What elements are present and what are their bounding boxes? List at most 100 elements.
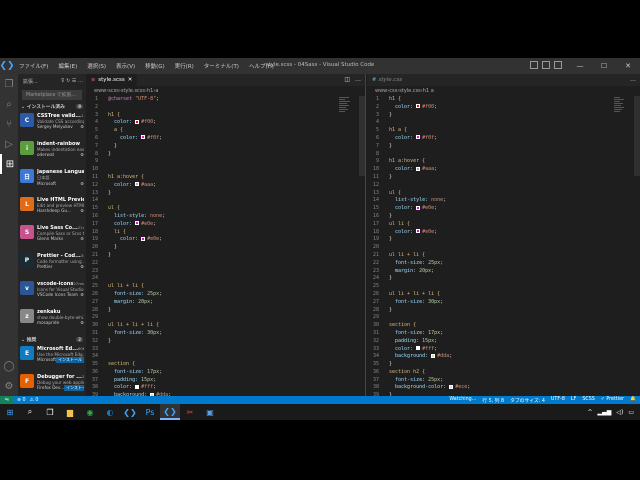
- manage-gear-icon[interactable]: ⚙: [80, 264, 84, 269]
- maximize-button[interactable]: ☐: [592, 58, 616, 74]
- status-item[interactable]: LF: [571, 397, 576, 404]
- photos-icon[interactable]: ▣: [200, 404, 220, 420]
- manage-gear-icon[interactable]: ⚙: [80, 152, 84, 157]
- extension-item[interactable]: F Debugger for ...2MDebug your web applic…: [18, 372, 86, 396]
- source-control-icon[interactable]: ⑂: [0, 114, 18, 134]
- manage-gear-icon[interactable]: ⚙: [80, 320, 84, 325]
- refresh-icon[interactable]: ↻: [66, 78, 70, 84]
- explorer-icon[interactable]: ❐: [0, 74, 18, 94]
- breadcrumb-item[interactable]: style.scss: [121, 88, 145, 94]
- minimap-right[interactable]: [614, 96, 630, 126]
- color-swatch[interactable]: [135, 384, 140, 389]
- color-swatch[interactable]: [416, 135, 421, 140]
- explorer-icon[interactable]: ▆: [60, 404, 80, 420]
- extensions-icon[interactable]: ⊞: [0, 154, 18, 174]
- extension-item[interactable]: L Live HTML PreviewerEdit and preview HTM…: [18, 195, 86, 223]
- status-item[interactable]: UTF-8: [551, 397, 565, 404]
- manage-gear-icon[interactable]: ⚙: [80, 208, 84, 213]
- status-item[interactable]: Watching...: [449, 397, 476, 404]
- status-item[interactable]: ✓ Prettier: [601, 397, 624, 404]
- vscode-alt-icon[interactable]: ❮❯: [120, 404, 140, 420]
- install-button[interactable]: インストール: [64, 385, 84, 391]
- minimap-left[interactable]: [339, 96, 355, 126]
- run-debug-icon[interactable]: ▷: [0, 134, 18, 154]
- install-button[interactable]: インストール: [56, 357, 84, 363]
- windows-start-icon[interactable]: ⊞: [0, 404, 20, 420]
- menu-item[interactable]: ファイル(F): [14, 62, 53, 70]
- color-swatch[interactable]: [416, 229, 421, 234]
- breadcrumb-item[interactable]: a: [155, 88, 158, 94]
- snipping-icon[interactable]: ✂: [180, 404, 200, 420]
- manage-gear-icon[interactable]: ⚙: [80, 236, 84, 241]
- photoshop-icon[interactable]: Ps: [140, 404, 160, 420]
- extension-item[interactable]: v vscode-icons 27ms Icons for Visual Studio…: [18, 279, 86, 307]
- code-area-left[interactable]: 1 @charset "UTF-8"; 2 3 h1 {4 color: #f00; 5 …: [86, 96, 365, 400]
- scrollbar-left[interactable]: [359, 96, 365, 176]
- tab-style-css[interactable]: # style.css: [367, 74, 407, 86]
- more-icon[interactable]: …: [78, 78, 83, 84]
- minimize-button[interactable]: —: [568, 58, 592, 74]
- breadcrumb-item[interactable]: h1 a: [423, 88, 434, 94]
- color-swatch[interactable]: [449, 384, 454, 389]
- search-icon[interactable]: ⌕: [20, 404, 40, 420]
- color-swatch[interactable]: [135, 182, 140, 187]
- clear-icon[interactable]: ☰: [72, 78, 76, 84]
- code-area-right[interactable]: 1 h1 {2 color: #f00; 3} 4 5 h1 a {6 color: #f…: [367, 96, 640, 400]
- color-swatch[interactable]: [416, 166, 421, 171]
- extension-item[interactable]: 日Japanese Language P...日本語Microsoft⚙: [18, 167, 86, 195]
- menu-item[interactable]: 編集(E): [53, 62, 82, 70]
- breadcrumb-item[interactable]: www: [375, 88, 387, 94]
- status-item[interactable]: ⚠ 0: [30, 398, 39, 403]
- menu-item[interactable]: 実行(R): [170, 62, 199, 70]
- manage-gear-icon[interactable]: ⚙: [80, 124, 84, 129]
- toggle-panel-icon[interactable]: [542, 61, 550, 69]
- scrollbar-right[interactable]: [634, 96, 640, 176]
- breadcrumb-item[interactable]: css: [389, 88, 397, 94]
- split-editor-icon[interactable]: ◫: [344, 76, 350, 83]
- close-button[interactable]: ✕: [616, 58, 640, 74]
- color-swatch[interactable]: [135, 119, 140, 124]
- menu-item[interactable]: 表示(V): [111, 62, 140, 70]
- color-swatch[interactable]: [431, 353, 436, 358]
- status-item[interactable]: タブのサイズ: 4: [510, 397, 545, 404]
- more-actions-icon[interactable]: …: [630, 76, 636, 83]
- more-actions-icon[interactable]: …: [355, 76, 361, 83]
- status-item[interactable]: 行 5, 列 8: [482, 397, 504, 404]
- extension-item[interactable]: z zenkaku show double-byte-whi... mosapride…: [18, 307, 86, 335]
- menu-item[interactable]: 移動(G): [140, 62, 170, 70]
- edge-icon[interactable]: ◐: [100, 404, 120, 420]
- color-swatch[interactable]: [416, 205, 421, 210]
- tray-chevron-icon[interactable]: ^: [587, 409, 592, 416]
- toggle-sidebar-icon[interactable]: [530, 61, 538, 69]
- chrome-icon[interactable]: ◉: [80, 404, 100, 420]
- breadcrumb-item[interactable]: style.css: [399, 88, 421, 94]
- network-icon[interactable]: ▂▄▆: [598, 409, 612, 416]
- search-icon[interactable]: ⌕: [0, 94, 18, 114]
- menu-item[interactable]: ヘルプ(H): [244, 62, 279, 70]
- task-view-icon[interactable]: ❐: [40, 404, 60, 420]
- breadcrumb-item[interactable]: scss: [108, 88, 119, 94]
- extension-item[interactable]: P Prettier - Cod...34msCode formatter usi…: [18, 251, 86, 279]
- color-swatch[interactable]: [135, 221, 140, 226]
- extension-item[interactable]: S Live Sass Co...21msCompile Sass or Scss…: [18, 223, 86, 251]
- status-item[interactable]: 🔔: [630, 397, 636, 404]
- account-icon[interactable]: ◯: [0, 356, 18, 376]
- vscode-icon[interactable]: ❮❯: [160, 404, 180, 420]
- extension-item[interactable]: i indent-rainbowMakes indentation easi...…: [18, 139, 86, 167]
- manage-gear-icon[interactable]: ⚙: [80, 292, 84, 297]
- filter-icon[interactable]: ⊽: [61, 78, 65, 84]
- status-item[interactable]: SCSS: [582, 397, 594, 404]
- status-item[interactable]: ⊗ 0: [17, 398, 26, 403]
- extension-item[interactable]: E Microsoft Ed...60KUse the Microsoft Edg…: [18, 344, 86, 372]
- extension-item[interactable]: C CSSTree valid...116msValidate CSS accor…: [18, 111, 86, 139]
- manage-gear-icon[interactable]: ⚙: [80, 181, 84, 186]
- installed-section-header[interactable]: ⌄ インストール済み 9: [18, 102, 86, 111]
- tab-style-scss[interactable]: ≋ style.scss ✕: [86, 74, 138, 86]
- remote-indicator-icon[interactable]: ⇋: [0, 396, 14, 404]
- menu-item[interactable]: ターミナル(T): [199, 62, 244, 70]
- extension-search-input[interactable]: Marketplace で拡張...: [22, 90, 82, 100]
- breadcrumb-item[interactable]: www: [94, 88, 106, 94]
- volume-icon[interactable]: ◁): [616, 409, 623, 416]
- toggle-secondary-sidebar-icon[interactable]: [554, 61, 562, 69]
- color-swatch[interactable]: [141, 135, 146, 140]
